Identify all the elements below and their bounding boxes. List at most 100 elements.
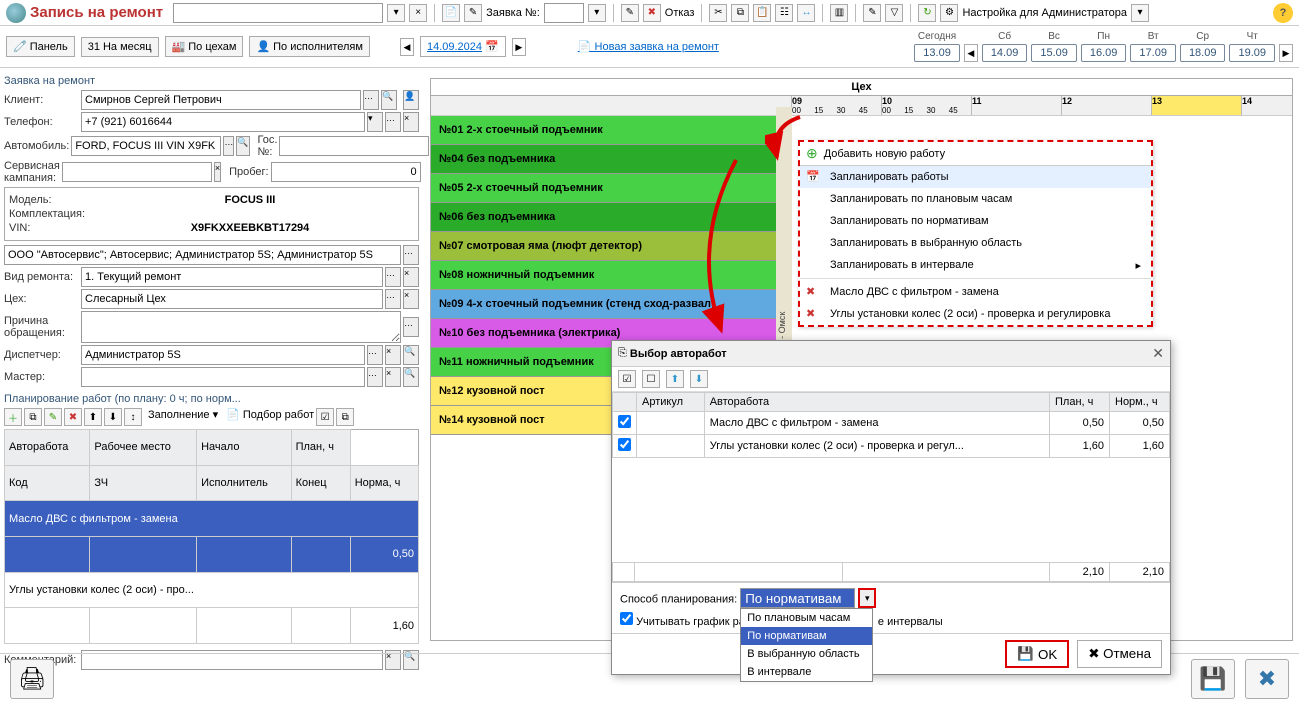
cex-input[interactable] — [81, 289, 383, 309]
ctx-item-4[interactable]: Запланировать в интервале▸ — [800, 254, 1151, 276]
auto-pick-icon[interactable]: … — [223, 136, 234, 156]
cex-pick-icon[interactable]: … — [385, 289, 401, 309]
extra1-icon[interactable]: ☑ — [316, 408, 334, 426]
ctx-item-3[interactable]: Запланировать в выбранную область — [800, 232, 1151, 254]
lift-row-6[interactable]: №09 4-х стоечный подъемник (стенд сход-р… — [431, 290, 776, 319]
day-button-1[interactable]: 14.09 — [982, 44, 1028, 62]
byexec-button[interactable]: 👤 По исполнителям — [249, 36, 370, 57]
sort-work-icon[interactable]: ↕ — [124, 408, 142, 426]
help-icon[interactable]: ? — [1273, 3, 1293, 23]
phone-input[interactable] — [81, 112, 365, 132]
phone-dd-icon[interactable]: ▾ — [367, 112, 383, 132]
panel-button[interactable]: 🧷 Панель — [6, 36, 75, 57]
modal-tool1-icon[interactable]: ☑ — [618, 370, 636, 388]
down-work-icon[interactable]: ⬇ — [104, 408, 122, 426]
toolbar-wand-icon[interactable]: ✎ — [464, 4, 482, 22]
ctx-extra-0[interactable]: ✖Масло ДВС с фильтром - замена — [800, 281, 1151, 303]
service-input[interactable] — [62, 162, 212, 182]
lift-row-0[interactable]: №01 2-х стоечный подъемник — [431, 116, 776, 145]
toolbar-funnel-icon[interactable]: ▽ — [885, 4, 903, 22]
repair-clear-icon[interactable]: × — [403, 267, 419, 287]
phone-pick-icon[interactable]: … — [385, 112, 401, 132]
toolbar-cut-icon[interactable]: ✂ — [709, 4, 727, 22]
toolbar-chart-icon[interactable]: ▥ — [830, 4, 848, 22]
repair-input[interactable] — [81, 267, 383, 287]
ctx-extra-1[interactable]: ✖Углы установки колес (2 оси) - проверка… — [800, 303, 1151, 325]
modal-down-icon[interactable]: ⬇ — [690, 370, 708, 388]
lift-row-4[interactable]: №07 смотровая яма (люфт детектор) — [431, 232, 776, 261]
days-prev-icon[interactable]: ◀ — [964, 44, 978, 62]
master-clear-icon[interactable]: × — [385, 367, 401, 387]
bycex-button[interactable]: 🏭 По цехам — [165, 36, 244, 57]
cancel-button[interactable]: ✖ Отмена — [1077, 640, 1162, 668]
toolbar-left-icon[interactable]: ↔ — [797, 4, 815, 22]
toolbar-refresh-icon[interactable]: ↻ — [918, 4, 936, 22]
app-no-input[interactable] — [544, 3, 584, 23]
master-pick-icon[interactable]: … — [367, 367, 383, 387]
fill-menu[interactable]: Заполнение ▾ — [148, 408, 218, 426]
days-next-icon[interactable]: ▶ — [1279, 44, 1293, 62]
client-search-icon[interactable]: 🔍 — [381, 90, 397, 110]
opt-0[interactable]: По плановым часам — [741, 609, 872, 627]
date-prev-icon[interactable]: ◀ — [400, 38, 414, 56]
toolbar-copy-icon[interactable]: ⧉ — [731, 4, 749, 22]
combo-clear-icon[interactable]: × — [409, 4, 427, 22]
close-button[interactable]: ✖ — [1245, 659, 1289, 699]
lift-row-1[interactable]: №04 без подъемника — [431, 145, 776, 174]
day-button-3[interactable]: 16.09 — [1081, 44, 1127, 62]
lift-row-3[interactable]: №06 без подъемника — [431, 203, 776, 232]
gos-input[interactable] — [279, 136, 429, 156]
modal-row-0[interactable]: Масло ДВС с фильтром - замена0,500,50 — [613, 412, 1170, 435]
day-button-4[interactable]: 17.09 — [1130, 44, 1176, 62]
ctx-item-0[interactable]: 📅Запланировать работы — [800, 166, 1151, 188]
toolbar-paste-icon[interactable]: 📋 — [753, 4, 771, 22]
consider-schedule-check[interactable]: Учитывать график ра — [620, 616, 745, 628]
copy-work-icon[interactable]: ⧉ — [24, 408, 42, 426]
org-pick-icon[interactable]: … — [403, 245, 419, 265]
client-card-icon[interactable]: 👤 — [403, 90, 419, 110]
date-next-icon[interactable]: ▶ — [512, 38, 526, 56]
service-clear-icon[interactable]: × — [214, 162, 221, 182]
pick-work-button[interactable]: 📄 Подбор работ — [226, 408, 314, 426]
toolbar-doc-icon[interactable]: 📄 — [442, 4, 460, 22]
reason-pick-icon[interactable]: … — [403, 317, 419, 337]
day-button-5[interactable]: 18.09 — [1180, 44, 1226, 62]
reject-icon[interactable]: ✖ — [643, 4, 661, 22]
disp-pick-icon[interactable]: … — [367, 345, 383, 365]
phone-clear-icon[interactable]: × — [403, 112, 419, 132]
modal-close-icon[interactable]: ✕ — [1152, 345, 1164, 362]
cex-clear-icon[interactable]: × — [403, 289, 419, 309]
del-work-icon[interactable]: ✖ — [64, 408, 82, 426]
toolbar-gear-icon[interactable]: ⚙ — [940, 4, 958, 22]
ctx-item-2[interactable]: Запланировать по нормативам — [800, 210, 1151, 232]
settings-label[interactable]: Настройка для Администратора — [962, 7, 1127, 19]
day-button-6[interactable]: 19.09 — [1229, 44, 1275, 62]
toolbar-list-icon[interactable]: ☷ — [775, 4, 793, 22]
opt-2[interactable]: В выбранную область — [741, 645, 872, 663]
title-combo[interactable] — [173, 3, 383, 23]
plan-method-input[interactable] — [740, 588, 855, 608]
master-search-icon[interactable]: 🔍 — [403, 367, 419, 387]
reason-input[interactable] — [81, 311, 401, 343]
day-button-0[interactable]: 13.09 — [914, 44, 960, 62]
org-input[interactable] — [4, 245, 401, 265]
print-button[interactable]: 🖨 — [10, 659, 54, 699]
plan-method-dropdown-icon[interactable]: ▾ — [858, 588, 876, 608]
auto-search-icon[interactable]: 🔍 — [236, 136, 249, 156]
lift-row-5[interactable]: №08 ножничный подъемник — [431, 261, 776, 290]
master-input[interactable] — [81, 367, 365, 387]
reject-label[interactable]: Отказ — [665, 7, 695, 19]
disp-search-icon[interactable]: 🔍 — [403, 345, 419, 365]
mileage-input[interactable] — [271, 162, 421, 182]
month-button[interactable]: 31 На месяц — [81, 37, 159, 57]
settings-dropdown-icon[interactable]: ▾ — [1131, 4, 1149, 22]
disp-clear-icon[interactable]: × — [385, 345, 401, 365]
client-pick-icon[interactable]: … — [363, 90, 379, 110]
client-input[interactable] — [81, 90, 361, 110]
extra2-icon[interactable]: ⧉ — [336, 408, 354, 426]
day-button-2[interactable]: 15.09 — [1031, 44, 1077, 62]
auto-input[interactable] — [71, 136, 221, 156]
app-no-dropdown-icon[interactable]: ▾ — [588, 4, 606, 22]
toolbar-filter-icon[interactable]: ✎ — [863, 4, 881, 22]
modal-tool2-icon[interactable]: ☐ — [642, 370, 660, 388]
